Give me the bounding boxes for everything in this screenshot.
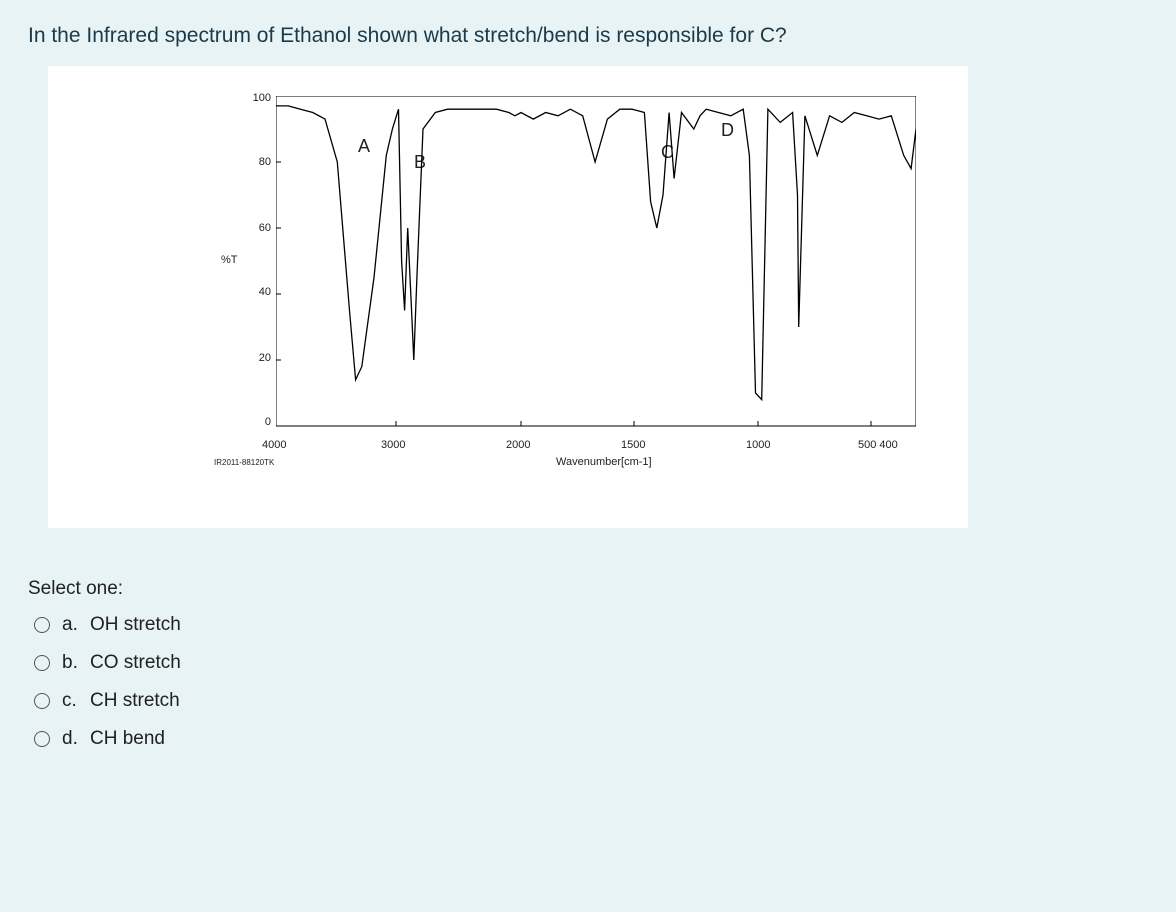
option-b[interactable]: b. CO stretch (28, 652, 1092, 674)
option-letter: b. (62, 652, 90, 674)
radio-icon[interactable] (34, 655, 50, 671)
quiz-question: In the Infrared spectrum of Ethanol show… (0, 0, 1120, 806)
y-tick-100: 100 (253, 92, 271, 104)
chart-footnote: IR2011-88120TK (214, 458, 274, 467)
option-text: OH stretch (90, 614, 181, 636)
option-text: CO stretch (90, 652, 181, 674)
x-tick-2000: 2000 (506, 439, 530, 451)
x-tick-1500: 1500 (621, 439, 645, 451)
y-tick-0: 0 (265, 416, 271, 428)
x-tick-4000: 4000 (262, 439, 286, 451)
x-axis-label: Wavenumber[cm-1] (556, 456, 652, 468)
y-tick-40: 40 (259, 286, 271, 298)
y-axis-label: %T (221, 254, 238, 266)
chart-inner: 100 80 60 40 20 0 %T 4000 3000 2000 1500… (66, 84, 926, 504)
option-letter: d. (62, 728, 90, 750)
answer-options: a. OH stretch b. CO stretch c. CH stretc… (28, 614, 1092, 750)
spectrum-svg (276, 96, 916, 436)
x-tick-500: 500 400 (858, 439, 898, 451)
y-tick-20: 20 (259, 352, 271, 364)
radio-icon[interactable] (34, 731, 50, 747)
option-text: CH bend (90, 728, 165, 750)
radio-icon[interactable] (34, 693, 50, 709)
question-text: In the Infrared spectrum of Ethanol show… (28, 24, 1092, 48)
radio-icon[interactable] (34, 617, 50, 633)
select-one-label: Select one: (28, 578, 1092, 600)
y-tick-60: 60 (259, 222, 271, 234)
option-letter: c. (62, 690, 90, 712)
y-tick-80: 80 (259, 156, 271, 168)
x-tick-1000: 1000 (746, 439, 770, 451)
x-tick-3000: 3000 (381, 439, 405, 451)
option-text: CH stretch (90, 690, 180, 712)
ir-spectrum-chart: 100 80 60 40 20 0 %T 4000 3000 2000 1500… (48, 66, 968, 528)
option-d[interactable]: d. CH bend (28, 728, 1092, 750)
option-letter: a. (62, 614, 90, 636)
option-c[interactable]: c. CH stretch (28, 690, 1092, 712)
spectrum-line (276, 106, 916, 400)
option-a[interactable]: a. OH stretch (28, 614, 1092, 636)
